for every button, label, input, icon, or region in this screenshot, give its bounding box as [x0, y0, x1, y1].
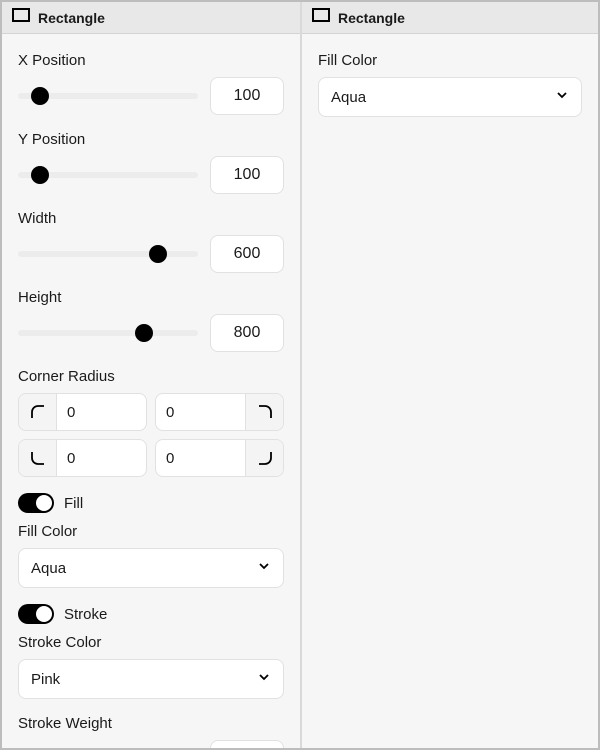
stroke-color-label: Stroke Color [18, 634, 284, 651]
left-panel-title: Rectangle [38, 10, 105, 26]
stroke-toggle-label: Stroke [64, 606, 107, 623]
corner-tr-icon [245, 393, 283, 431]
corner-tl-input[interactable]: 0 [57, 404, 146, 421]
chevron-down-icon [555, 88, 569, 106]
xpos-label: X Position [18, 52, 284, 69]
rectangle-icon [12, 8, 30, 27]
xpos-input[interactable]: 100 [210, 77, 284, 115]
right-fill-color-value: Aqua [331, 89, 366, 106]
corner-tr-cell: 0 [155, 393, 284, 431]
height-slider-thumb[interactable] [135, 324, 153, 342]
corner-tl-cell: 0 [18, 393, 147, 431]
width-label: Width [18, 210, 284, 227]
stroke-weight-field: Stroke Weight 4 [18, 715, 284, 748]
chevron-down-icon [257, 670, 271, 688]
stroke-color-field: Stroke Color Pink [18, 634, 284, 699]
fill-toggle[interactable] [18, 493, 54, 513]
right-panel-body: Fill Color Aqua [302, 34, 598, 748]
stroke-color-value: Pink [31, 671, 60, 688]
left-panel: Rectangle X Position 100 Y Position 10 [2, 2, 300, 748]
stroke-color-select[interactable]: Pink [18, 659, 284, 699]
width-slider[interactable] [18, 244, 198, 264]
chevron-down-icon [257, 559, 271, 577]
corner-br-input[interactable]: 0 [156, 450, 245, 467]
fill-color-value: Aqua [31, 560, 66, 577]
left-panel-body: X Position 100 Y Position 100 Wi [2, 34, 300, 748]
right-fill-color-field: Fill Color Aqua [318, 52, 582, 117]
corner-tl-icon [19, 393, 57, 431]
ypos-field: Y Position 100 [18, 131, 284, 194]
stroke-weight-label: Stroke Weight [18, 715, 284, 732]
width-field: Width 600 [18, 210, 284, 273]
corner-bl-icon [19, 439, 57, 477]
stroke-weight-input[interactable]: 4 [210, 740, 284, 748]
corner-br-icon [245, 439, 283, 477]
width-input[interactable]: 600 [210, 235, 284, 273]
rectangle-icon [312, 8, 330, 27]
ypos-slider-thumb[interactable] [31, 166, 49, 184]
left-panel-header: Rectangle [2, 2, 300, 34]
ypos-label: Y Position [18, 131, 284, 148]
corner-radius-field: Corner Radius 0 0 [18, 368, 284, 477]
stroke-toggle[interactable] [18, 604, 54, 624]
right-panel-header: Rectangle [302, 2, 598, 34]
corner-tr-input[interactable]: 0 [156, 404, 245, 421]
corner-br-cell: 0 [155, 439, 284, 477]
corner-bl-cell: 0 [18, 439, 147, 477]
xpos-slider-thumb[interactable] [31, 87, 49, 105]
width-slider-thumb[interactable] [149, 245, 167, 263]
height-field: Height 800 [18, 289, 284, 352]
xpos-field: X Position 100 [18, 52, 284, 115]
fill-toggle-label: Fill [64, 495, 83, 512]
right-panel: Rectangle Fill Color Aqua [300, 2, 598, 748]
stroke-toggle-row: Stroke [18, 604, 284, 624]
corner-bl-input[interactable]: 0 [57, 450, 146, 467]
fill-toggle-row: Fill [18, 493, 284, 513]
fill-color-label: Fill Color [18, 523, 284, 540]
height-input[interactable]: 800 [210, 314, 284, 352]
right-fill-color-select[interactable]: Aqua [318, 77, 582, 117]
corner-radius-label: Corner Radius [18, 368, 284, 385]
right-fill-color-label: Fill Color [318, 52, 582, 69]
xpos-slider[interactable] [18, 86, 198, 106]
height-slider[interactable] [18, 323, 198, 343]
height-label: Height [18, 289, 284, 306]
ypos-slider[interactable] [18, 165, 198, 185]
ypos-input[interactable]: 100 [210, 156, 284, 194]
fill-color-field: Fill Color Aqua [18, 523, 284, 588]
right-panel-title: Rectangle [338, 10, 405, 26]
fill-color-select[interactable]: Aqua [18, 548, 284, 588]
